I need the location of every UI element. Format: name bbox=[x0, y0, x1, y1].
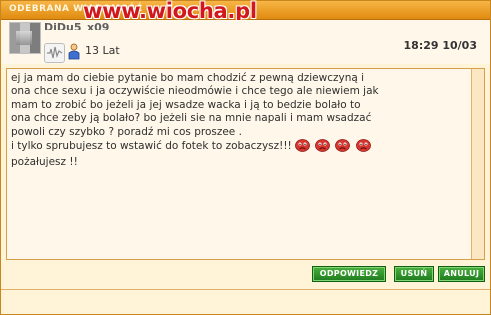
reply-button[interactable]: ODPOWIEDZ bbox=[312, 266, 386, 282]
message-line-with-smileys: i tylko sprubujesz to wstawić do fotek t… bbox=[11, 139, 469, 156]
message-line: mam to zrobić bo jeżeli ja jej wsadze wa… bbox=[11, 98, 361, 111]
message-line: powoli czy szybko ? poradź mi cos prosze… bbox=[11, 125, 242, 138]
angry-face-icon bbox=[335, 139, 351, 156]
angry-face-icon bbox=[355, 139, 371, 156]
person-icon bbox=[67, 43, 81, 60]
delete-button[interactable]: USUŃ bbox=[394, 266, 434, 282]
message-line: ej ja mam do ciebie pytanie bo mam chodz… bbox=[11, 72, 365, 84]
message-timestamp: 18:29 10/03 bbox=[403, 39, 477, 52]
angry-face-icon bbox=[315, 139, 331, 156]
avatar[interactable] bbox=[9, 22, 41, 54]
angry-face-icon bbox=[294, 139, 310, 156]
message-line: ona chce zeby ją bolało? bo jeżeli sie n… bbox=[11, 112, 372, 125]
message-body-box: ej ja mam do ciebie pytanie bo mam chodz… bbox=[6, 68, 485, 260]
cancel-button[interactable]: ANULUJ bbox=[438, 266, 485, 282]
message-line: ona chce sexu i ja oczywiście nieodmówie… bbox=[11, 85, 379, 98]
message-text: ej ja mam do ciebie pytanie bo mam chodz… bbox=[11, 72, 469, 170]
sender-username[interactable]: DiDu5_x09 bbox=[44, 21, 109, 30]
wave-icon bbox=[44, 43, 65, 63]
angry-smileys bbox=[294, 139, 373, 156]
message-scrollbar[interactable] bbox=[471, 69, 484, 259]
sender-age: 13 Lat bbox=[85, 44, 120, 57]
message-line: i tylko sprubujesz to wstawić do fotek t… bbox=[11, 140, 292, 153]
message-window: ODEBRANA WIADOMOŚĆ www.wiocha.pl DiDu5_x… bbox=[0, 0, 491, 315]
footer-divider bbox=[1, 289, 490, 290]
message-line: pożałujesz !! bbox=[11, 156, 78, 169]
